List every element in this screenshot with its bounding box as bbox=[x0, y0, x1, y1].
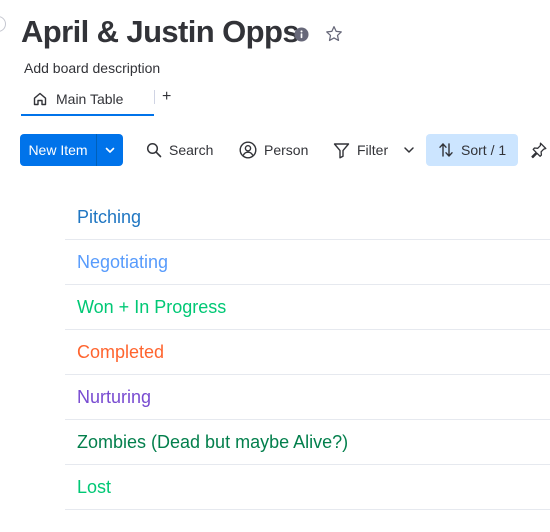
group-title[interactable]: Lost bbox=[65, 477, 111, 498]
group-title[interactable]: Completed bbox=[65, 342, 164, 363]
tab-main-table-label: Main Table bbox=[56, 91, 124, 107]
tab-divider bbox=[154, 90, 155, 104]
group-title[interactable]: Pitching bbox=[65, 207, 141, 228]
sort-label: Sort / 1 bbox=[461, 142, 507, 158]
star-icon[interactable] bbox=[324, 24, 344, 44]
board-toolbar: New Item Search Person Filter Sort / 1 bbox=[20, 134, 550, 166]
filter-label: Filter bbox=[357, 142, 389, 158]
person-label: Person bbox=[264, 142, 309, 158]
group-list: Pitching Negotiating Won + In Progress Comp… bbox=[65, 195, 550, 510]
tab-main-table[interactable]: Main Table bbox=[21, 82, 154, 116]
group-header[interactable]: Negotiating bbox=[65, 240, 550, 285]
group-title[interactable]: Negotiating bbox=[65, 252, 168, 273]
pin-button[interactable] bbox=[530, 134, 548, 166]
group-header[interactable]: Won + In Progress bbox=[65, 285, 550, 330]
group-header[interactable]: Lost bbox=[65, 465, 550, 510]
filter-button[interactable]: Filter bbox=[333, 134, 388, 166]
sort-icon bbox=[439, 143, 453, 157]
filter-icon bbox=[333, 142, 350, 158]
group-header[interactable]: Zombies (Dead but maybe Alive?) bbox=[65, 420, 550, 465]
board-title[interactable]: April & Justin Opps bbox=[21, 14, 300, 50]
search-button[interactable]: Search bbox=[146, 134, 213, 166]
add-view-button[interactable]: + bbox=[162, 87, 171, 107]
person-filter-button[interactable]: Person bbox=[239, 134, 308, 166]
collapse-handle[interactable] bbox=[0, 16, 6, 32]
group-title[interactable]: Nurturing bbox=[65, 387, 151, 408]
info-icon[interactable] bbox=[294, 27, 309, 42]
search-icon bbox=[146, 142, 162, 158]
search-label: Search bbox=[169, 142, 214, 158]
chevron-down-icon bbox=[105, 147, 115, 153]
chevron-down-icon[interactable] bbox=[403, 143, 415, 157]
person-icon bbox=[239, 141, 257, 159]
new-item-dropdown-button[interactable] bbox=[97, 134, 123, 166]
sort-button[interactable]: Sort / 1 bbox=[426, 134, 519, 166]
new-item-button-group: New Item bbox=[20, 134, 123, 166]
pin-icon bbox=[531, 142, 547, 159]
group-header[interactable]: Pitching bbox=[65, 195, 550, 240]
group-title[interactable]: Won + In Progress bbox=[65, 297, 226, 318]
home-icon bbox=[33, 92, 47, 106]
group-header[interactable]: Nurturing bbox=[65, 375, 550, 420]
board-description[interactable]: Add board description bbox=[24, 60, 160, 76]
active-tab-indicator bbox=[21, 114, 154, 116]
group-header[interactable]: Completed bbox=[65, 330, 550, 375]
new-item-button[interactable]: New Item bbox=[20, 134, 96, 166]
board-page: April & Justin Opps Add board descriptio… bbox=[0, 0, 550, 532]
group-title[interactable]: Zombies (Dead but maybe Alive?) bbox=[65, 432, 348, 453]
